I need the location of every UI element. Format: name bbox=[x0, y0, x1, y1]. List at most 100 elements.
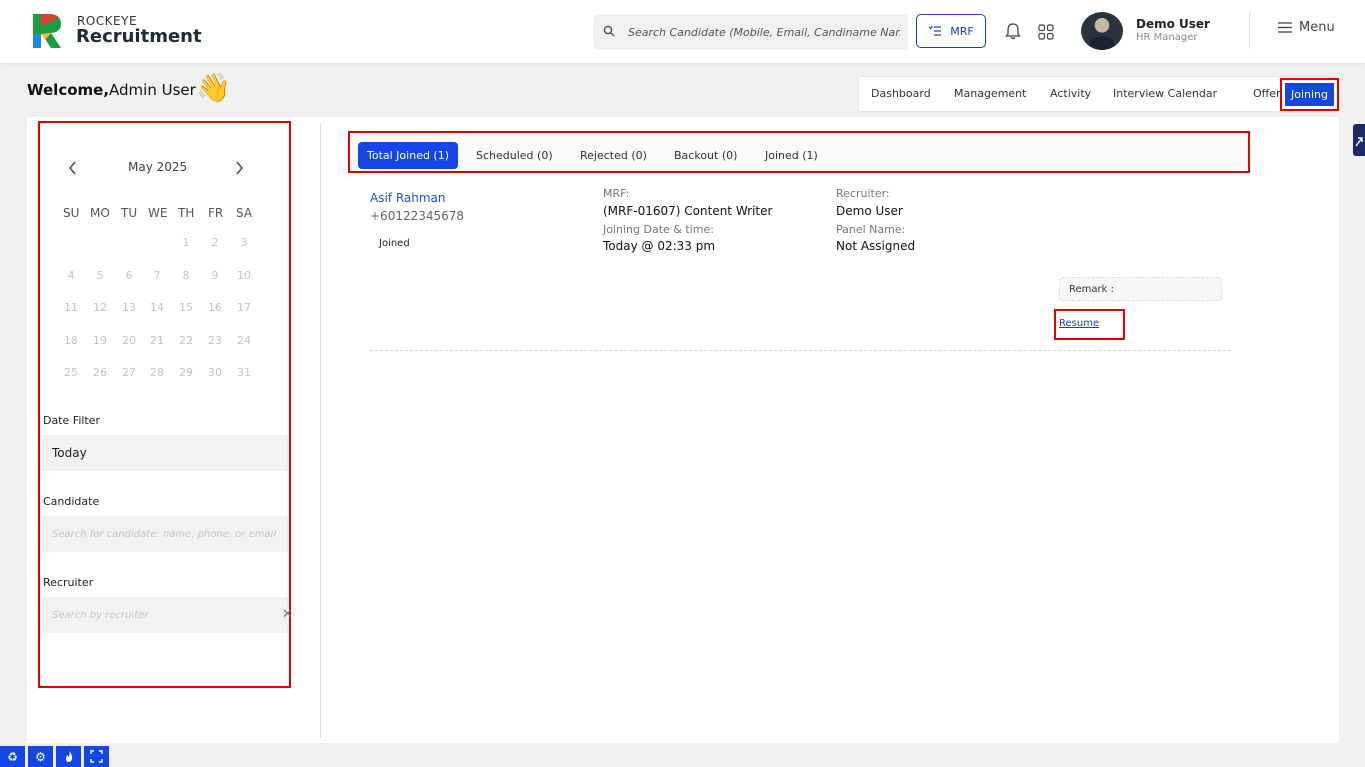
recruiter-label: Recruiter: bbox=[836, 187, 890, 200]
calendar-day[interactable]: 10 bbox=[234, 269, 254, 282]
fire-icon[interactable] bbox=[56, 746, 81, 767]
fire-shape bbox=[65, 751, 72, 762]
nav-joining-highlight: Joining bbox=[1280, 78, 1339, 111]
bell-icon[interactable] bbox=[1005, 22, 1021, 40]
calendar-day[interactable]: 29 bbox=[176, 366, 196, 379]
calendar-day[interactable]: 1 bbox=[176, 236, 196, 249]
calendar-day[interactable]: 25 bbox=[61, 366, 81, 379]
weekday-header: WE bbox=[148, 206, 168, 220]
calendar-day[interactable]: 2 bbox=[205, 236, 225, 249]
calendar-day[interactable]: 3 bbox=[234, 236, 254, 249]
resume-link-highlight: Resume bbox=[1054, 309, 1125, 340]
menu-button[interactable]: Menu bbox=[1278, 20, 1335, 35]
date-filter-select[interactable]: Today bbox=[42, 435, 288, 471]
tab-joined[interactable]: Joined (1) bbox=[765, 142, 818, 169]
date-filter-value: Today bbox=[52, 446, 87, 460]
recruiter-search-input[interactable] bbox=[52, 597, 237, 633]
calendar-day[interactable]: 13 bbox=[119, 301, 139, 314]
calendar-day[interactable]: 20 bbox=[119, 334, 139, 347]
card-separator bbox=[370, 350, 1231, 351]
module-nav: Dashboard Management Activity Interview … bbox=[858, 76, 1339, 112]
tab-scheduled[interactable]: Scheduled (0) bbox=[476, 142, 553, 169]
calendar-day[interactable]: 27 bbox=[119, 366, 139, 379]
calendar-day[interactable]: 22 bbox=[176, 334, 196, 347]
arrow-icon bbox=[1355, 137, 1363, 147]
clear-icon[interactable]: ✕ bbox=[282, 607, 293, 622]
nav-offer[interactable]: Offer bbox=[1253, 87, 1281, 100]
chevron-right-icon[interactable] bbox=[234, 161, 244, 175]
calendar-day[interactable]: 6 bbox=[119, 269, 139, 282]
nav-joining[interactable]: Joining bbox=[1285, 83, 1334, 106]
remark-field[interactable]: Remark : bbox=[1059, 277, 1222, 301]
apps-grid-icon[interactable] bbox=[1038, 24, 1054, 40]
calendar-day[interactable]: 21 bbox=[147, 334, 167, 347]
checklist-icon bbox=[928, 25, 942, 36]
mrf-value: (MRF-01607) Content Writer bbox=[603, 204, 773, 218]
bottom-toolbar: ♻ ⚙ bbox=[0, 746, 109, 767]
chevron-left-icon[interactable] bbox=[68, 161, 78, 175]
calendar-day[interactable]: 12 bbox=[90, 301, 110, 314]
status-tabs-highlight: Total Joined (1) Scheduled (0) Rejected … bbox=[348, 131, 1250, 173]
calendar-day[interactable]: 9 bbox=[205, 269, 225, 282]
panel-name-value: Not Assigned bbox=[836, 239, 916, 253]
weekday-header: TH bbox=[178, 206, 195, 220]
calendar-day[interactable]: 8 bbox=[176, 269, 196, 282]
settings-icon[interactable]: ⚙ bbox=[28, 746, 53, 767]
search-input[interactable] bbox=[628, 14, 900, 50]
calendar-day[interactable]: 28 bbox=[147, 366, 167, 379]
calendar-day[interactable]: 30 bbox=[205, 366, 225, 379]
resume-link[interactable]: Resume bbox=[1059, 318, 1099, 329]
recruiter-value: Demo User bbox=[836, 204, 903, 218]
menu-label: Menu bbox=[1299, 20, 1335, 35]
weekday-header: SA bbox=[236, 206, 253, 220]
joining-date-value: Today @ 02:33 pm bbox=[603, 239, 716, 253]
candidate-search[interactable] bbox=[593, 14, 908, 50]
tab-total-joined[interactable]: Total Joined (1) bbox=[358, 142, 459, 169]
calendar-day[interactable]: 17 bbox=[234, 301, 254, 314]
nav-dashboard[interactable]: Dashboard bbox=[871, 87, 931, 100]
candidate-search-input[interactable] bbox=[52, 516, 280, 552]
user-role: HR Manager bbox=[1136, 32, 1198, 43]
calendar-day[interactable]: 7 bbox=[147, 269, 167, 282]
calendar-day[interactable]: 15 bbox=[176, 301, 196, 314]
welcome-user-name: Admin User bbox=[109, 81, 196, 99]
mrf-button[interactable]: MRF bbox=[916, 14, 986, 48]
tab-rejected[interactable]: Rejected (0) bbox=[580, 142, 647, 169]
candidate-phone: +60122345678 bbox=[370, 209, 465, 223]
calendar-day[interactable]: 4 bbox=[61, 269, 81, 282]
nav-activity[interactable]: Activity bbox=[1050, 87, 1091, 100]
calendar-day[interactable]: 16 bbox=[205, 301, 225, 314]
calendar-month: May 2025 bbox=[128, 160, 188, 174]
calendar-day[interactable]: 31 bbox=[234, 366, 254, 379]
tab-backout[interactable]: Backout (0) bbox=[674, 142, 737, 169]
nav-interview-calendar[interactable]: Interview Calendar bbox=[1113, 87, 1217, 100]
weekday-header: SU bbox=[63, 206, 80, 220]
side-drawer-toggle[interactable] bbox=[1353, 124, 1365, 156]
nav-management[interactable]: Management bbox=[954, 87, 1026, 100]
calendar-day[interactable]: 24 bbox=[234, 334, 254, 347]
recycle-icon[interactable]: ♻ bbox=[0, 746, 25, 767]
joining-date-label: Joining Date & time: bbox=[603, 223, 714, 236]
calendar-day[interactable]: 11 bbox=[61, 301, 81, 314]
weekday-header: FR bbox=[208, 206, 224, 220]
calendar-day[interactable]: 26 bbox=[90, 366, 110, 379]
panel-divider bbox=[320, 123, 321, 738]
candidate-filter-box bbox=[42, 516, 288, 552]
candidate-status: Joined bbox=[379, 238, 410, 249]
header-divider bbox=[1249, 12, 1250, 49]
calendar-day[interactable]: 14 bbox=[147, 301, 167, 314]
expand-shape bbox=[90, 750, 103, 763]
rockeye-logo[interactable] bbox=[29, 10, 65, 50]
hamburger-icon bbox=[1278, 22, 1292, 33]
calendar-day[interactable]: 19 bbox=[90, 334, 110, 347]
calendar-day[interactable]: 18 bbox=[61, 334, 81, 347]
candidate-filter-label: Candidate bbox=[43, 495, 100, 508]
calendar-day[interactable]: 23 bbox=[205, 334, 225, 347]
candidate-name-link[interactable]: Asif Rahman bbox=[370, 191, 446, 205]
welcome-text: Welcome,Admin User bbox=[27, 81, 196, 99]
calendar-day[interactable]: 5 bbox=[90, 269, 110, 282]
user-avatar[interactable] bbox=[1081, 12, 1123, 50]
recruiter-filter-label: Recruiter bbox=[43, 576, 94, 589]
date-filter-label: Date Filter bbox=[43, 414, 101, 427]
expand-icon[interactable] bbox=[84, 746, 109, 767]
